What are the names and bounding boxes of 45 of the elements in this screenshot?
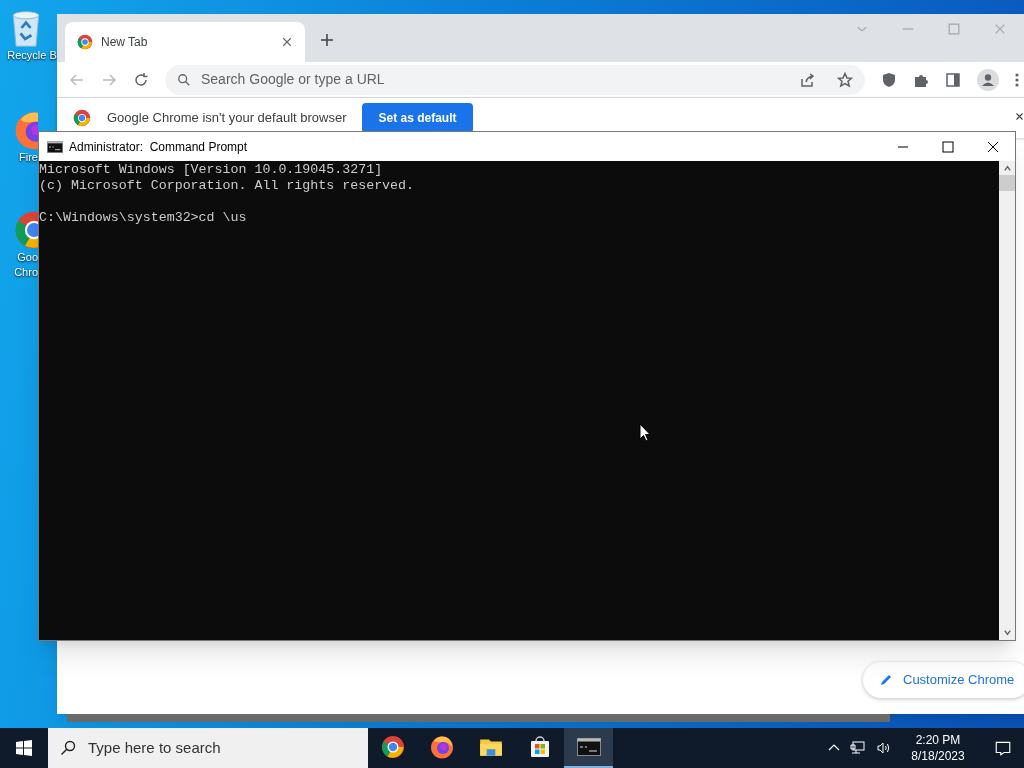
reload-icon[interactable]: [133, 71, 149, 88]
scroll-thumb[interactable]: [999, 175, 1015, 191]
network-icon[interactable]: [850, 740, 866, 756]
taskbar-search[interactable]: Type here to search: [48, 728, 368, 768]
chevron-down-icon[interactable]: [1002, 628, 1012, 637]
info-message: Google Chrome isn't your default browser: [107, 109, 347, 128]
set-default-button[interactable]: Set as default: [362, 103, 473, 133]
pencil-icon: [879, 673, 893, 687]
clock-time: 2:20 PM: [915, 732, 961, 748]
icon-label: Chro: [14, 265, 38, 280]
chrome-icon: [380, 735, 405, 759]
customize-button[interactable]: Customize Chrome: [863, 662, 1024, 698]
mouse-cursor-icon: [639, 423, 651, 442]
notification-icon[interactable]: [994, 739, 1012, 757]
windows-icon: [16, 740, 32, 756]
close-icon[interactable]: [987, 140, 999, 153]
shield-icon[interactable]: [881, 71, 897, 88]
console-icon: [576, 738, 601, 756]
star-icon[interactable]: [837, 71, 853, 88]
address-bar[interactable]: Search Google or type a URL: [165, 64, 865, 95]
search-icon[interactable]: [177, 72, 191, 87]
icon-label: Goo: [17, 250, 38, 265]
chrome-icon: [73, 109, 91, 127]
speaker-icon[interactable]: [876, 740, 892, 756]
clock-date: 8/18/2023: [911, 748, 965, 764]
url-input[interactable]: Search Google or type a URL: [201, 69, 789, 90]
profile-icon[interactable]: [977, 68, 999, 91]
chrome-icon: [77, 34, 93, 50]
console-line: (c) Microsoft Corporation. All rights reserved.: [39, 178, 415, 194]
more-icon[interactable]: [1015, 71, 1019, 88]
new-tab-icon[interactable]: [319, 32, 335, 48]
maximize-icon[interactable]: [942, 140, 954, 153]
side-panel-icon[interactable]: [945, 71, 961, 88]
search-icon: [60, 740, 76, 756]
share-icon[interactable]: [799, 71, 815, 88]
vertical-scrollbar[interactable]: [999, 161, 1015, 640]
console-line: Microsoft Windows [Version 10.0.19045.3271]: [39, 162, 383, 178]
firefox-icon: [429, 735, 454, 759]
icon-label: Fire: [19, 150, 38, 165]
icon-label: Recycle B: [7, 48, 57, 63]
window-title: Administrator: Command Prompt: [69, 138, 249, 156]
browser-tab[interactable]: New Tab: [65, 22, 305, 62]
console-line: C:\Windows\system32>cd \us: [39, 210, 247, 226]
console-icon: [47, 140, 63, 153]
taskbar-app[interactable]: [564, 728, 613, 768]
